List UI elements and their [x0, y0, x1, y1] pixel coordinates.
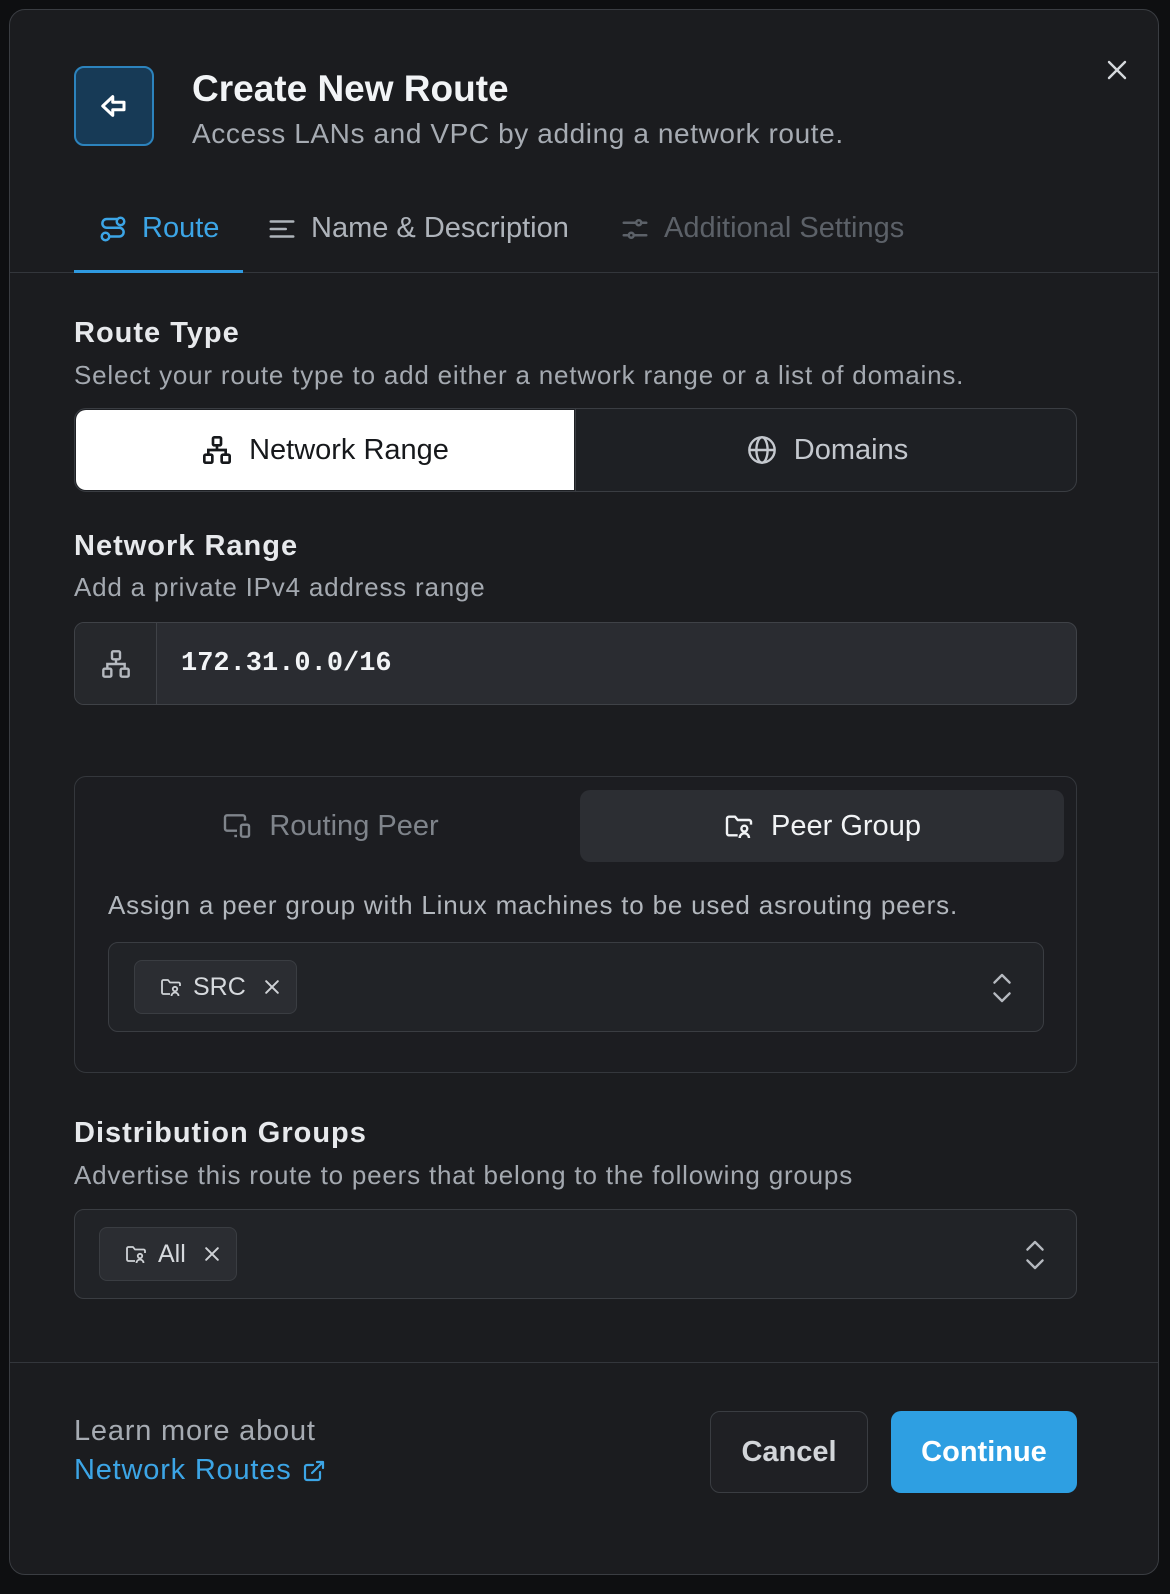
network-range-option-label: Network Range [249, 433, 449, 466]
route-arrow-icon [99, 91, 129, 121]
route-type-selector: Network Range Domains [74, 408, 1077, 492]
network-routes-link[interactable]: Network Routes [74, 1454, 326, 1487]
peer-assignment-panel: Routing Peer Peer Group Assign a peer gr… [74, 776, 1077, 1073]
network-input-icon-box [75, 623, 157, 704]
tab-additional-settings-label: Additional Settings [664, 212, 905, 244]
chevron-updown-icon [987, 968, 1017, 1008]
distribution-groups-description: Advertise this route to peers that belon… [74, 1160, 853, 1190]
learn-more-text: Learn more about [74, 1415, 316, 1447]
tab-routing-peer[interactable]: Routing Peer [88, 790, 572, 862]
folder-group-icon [723, 810, 755, 842]
distribution-groups-title: Distribution Groups [74, 1117, 367, 1149]
network-range-description: Add a private IPv4 address range [74, 572, 486, 602]
network-icon [100, 648, 132, 680]
network-routes-link-label: Network Routes [74, 1454, 292, 1486]
tab-name-description-label: Name & Description [311, 212, 569, 244]
footer-divider [10, 1362, 1158, 1363]
network-range-title: Network Range [74, 530, 299, 562]
route-type-title: Route Type [74, 317, 240, 349]
group-chip-all: All [99, 1227, 237, 1281]
distribution-groups-select[interactable]: All [74, 1209, 1077, 1299]
folder-group-icon [124, 1242, 148, 1266]
group-chip-label: SRC [193, 972, 246, 1001]
peer-group-label: Peer Group [771, 809, 921, 842]
tab-route[interactable]: Route [74, 185, 243, 273]
network-range-input[interactable] [157, 623, 1075, 704]
domains-option-label: Domains [793, 433, 909, 466]
dialog-subtitle: Access LANs and VPC by adding a network … [192, 118, 844, 149]
route-tab-icon [98, 214, 128, 244]
remove-chip-button[interactable] [202, 1244, 222, 1264]
close-button[interactable] [1096, 49, 1138, 91]
text-lines-icon [267, 214, 297, 244]
tab-name-description[interactable]: Name & Description [267, 185, 569, 272]
cancel-button[interactable]: Cancel [710, 1411, 868, 1493]
create-route-modal: Create New Route Access LANs and VPC by … [9, 9, 1159, 1575]
tab-bar: Route Name & Description Additional Sett… [10, 185, 1158, 273]
route-header-icon-box [74, 66, 154, 146]
peer-group-description: Assign a peer group with Linux machines … [108, 890, 958, 920]
x-icon [202, 1244, 222, 1264]
route-type-network-range[interactable]: Network Range [76, 410, 574, 490]
remove-chip-button[interactable] [262, 977, 282, 997]
external-link-icon [302, 1459, 326, 1483]
tab-route-label: Route [142, 212, 220, 244]
route-type-domains[interactable]: Domains [575, 409, 1076, 491]
chevron-updown-icon [1020, 1235, 1050, 1275]
group-chip-label: All [158, 1239, 186, 1268]
folder-group-icon [159, 975, 183, 999]
globe-icon [746, 434, 778, 466]
group-chip-src: SRC [134, 960, 297, 1014]
tab-additional-settings[interactable]: Additional Settings [620, 185, 904, 272]
network-icon [201, 434, 233, 466]
close-icon [1105, 58, 1129, 82]
x-icon [262, 977, 282, 997]
devices-icon [221, 810, 253, 842]
peer-group-select[interactable]: SRC [108, 942, 1044, 1032]
continue-button[interactable]: Continue [891, 1411, 1077, 1493]
route-type-description: Select your route type to add either a n… [74, 360, 965, 390]
routing-peer-label: Routing Peer [269, 809, 439, 842]
network-range-input-group [74, 622, 1077, 705]
tab-peer-group[interactable]: Peer Group [580, 790, 1064, 862]
dialog-title: Create New Route [192, 68, 509, 109]
settings-sliders-icon [620, 214, 650, 244]
